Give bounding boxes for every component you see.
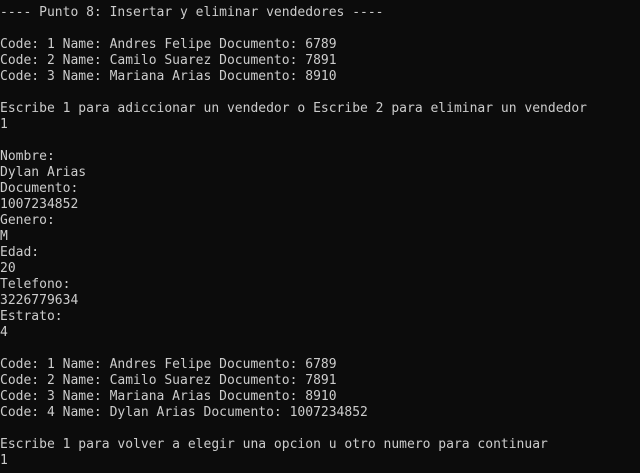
form-value-genero: M (0, 229, 8, 244)
form-label-estrato: Estrato: (0, 309, 63, 324)
menu-prompt: Escribe 1 para adiccionar un vendedor o … (0, 101, 587, 116)
form-label-documento: Documento: (0, 181, 79, 196)
continue-input: 1 (0, 453, 8, 468)
seller-row: Code: 3 Name: Mariana Arias Documento: 8… (0, 69, 337, 84)
form-label-edad: Edad: (0, 245, 40, 260)
form-label-genero: Genero: (0, 213, 55, 228)
form-label-nombre: Nombre: (0, 149, 55, 164)
console-output: ---- Punto 8: Insertar y eliminar vended… (0, 0, 640, 473)
form-value-estrato: 4 (0, 325, 8, 340)
form-value-edad: 20 (0, 261, 16, 276)
form-label-telefono: Telefono: (0, 277, 71, 292)
console-header: ---- Punto 8: Insertar y eliminar vended… (0, 5, 384, 20)
seller-row: Code: 2 Name: Camilo Suarez Documento: 7… (0, 53, 337, 68)
form-value-nombre: Dylan Arias (0, 165, 87, 180)
seller-row: Code: 1 Name: Andres Felipe Documento: 6… (0, 357, 337, 372)
form-value-documento: 1007234852 (0, 197, 79, 212)
menu-input: 1 (0, 117, 8, 132)
seller-row: Code: 4 Name: Dylan Arias Documento: 100… (0, 405, 368, 420)
continue-prompt: Escribe 1 para volver a elegir una opcio… (0, 437, 548, 452)
seller-row: Code: 1 Name: Andres Felipe Documento: 6… (0, 37, 337, 52)
seller-row: Code: 3 Name: Mariana Arias Documento: 8… (0, 389, 337, 404)
form-value-telefono: 3226779634 (0, 293, 79, 308)
seller-row: Code: 2 Name: Camilo Suarez Documento: 7… (0, 373, 337, 388)
